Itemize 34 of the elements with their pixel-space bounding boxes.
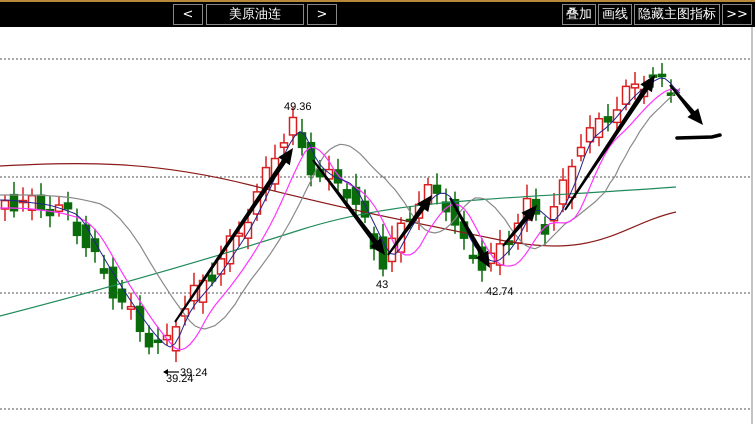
trend-arrow: [387, 195, 432, 256]
candlestick: [604, 104, 612, 132]
trend-arrow: [669, 84, 703, 125]
candlestick: [442, 188, 450, 222]
candlestick: [82, 216, 90, 257]
candlestick: [154, 326, 162, 354]
symbol-title[interactable]: 美原油连: [206, 4, 304, 25]
toolbar-action[interactable]: 隐藏主图指标: [634, 4, 720, 25]
candlestick: [630, 72, 640, 100]
candlestick: [550, 193, 558, 231]
candlestick: [558, 168, 568, 212]
flat-line: [675, 133, 722, 140]
candlestick: [28, 188, 36, 220]
candlestick: [594, 112, 604, 146]
previous-button[interactable]: <: [173, 4, 203, 25]
candlestick: [432, 173, 442, 204]
toolbar-action[interactable]: 画线: [598, 4, 632, 25]
candlestick: [36, 183, 46, 218]
price-label: 43: [376, 279, 388, 291]
toolbar-action[interactable]: 叠加: [562, 4, 596, 25]
candlestick: [658, 63, 666, 88]
trend-arrow: [449, 198, 490, 268]
next-button[interactable]: >: [307, 4, 337, 25]
candlestick: [72, 208, 82, 244]
candlestick: [360, 189, 370, 224]
candlestick: [90, 228, 100, 263]
price-label: 49.36: [284, 101, 312, 113]
candlestick: [586, 115, 594, 154]
trend-arrow: [502, 205, 537, 247]
candlestick: [64, 192, 72, 220]
more-button[interactable]: >>: [722, 4, 752, 25]
candlestick: [540, 216, 550, 245]
price-label: 42.74: [486, 286, 514, 298]
candlestick: [622, 79, 630, 110]
